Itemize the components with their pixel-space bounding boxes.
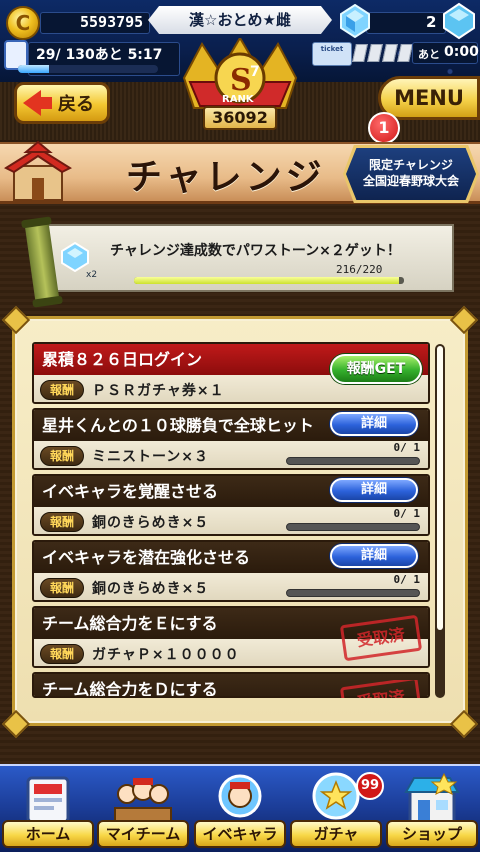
reward-tag: 報酬 [40, 446, 84, 466]
back-arrow-tail [40, 97, 52, 109]
player-name[interactable]: 漢☆おとめ★雌 [148, 6, 332, 34]
reward-tag: 報酬 [40, 578, 84, 598]
nav-event-chara[interactable]: イベキャラ [194, 772, 286, 848]
detail-button[interactable]: 詳細 [330, 478, 418, 502]
reward-text: ミニストーン×３ [92, 449, 210, 465]
progress-text: 0/ 1 [393, 573, 421, 586]
ticket-slot [382, 44, 398, 62]
banner-progress-text: 216/220 [336, 263, 383, 276]
reward-tag: 報酬 [40, 644, 84, 664]
nav-gacha-label: ガチャ [290, 820, 382, 848]
rank-sub: 7 [250, 64, 260, 80]
ticket-gauge [352, 44, 413, 62]
gem-count: 2 [426, 13, 437, 31]
claim-reward-button[interactable]: 報酬GET [330, 354, 422, 384]
reward-text: ガチャＰ×１００００ [92, 647, 240, 663]
event-button-line1: 限定チャレンジ [369, 158, 453, 172]
back-arrow-icon [23, 90, 41, 116]
back-label: 戻る [58, 94, 94, 115]
detail-button[interactable]: 詳細 [330, 544, 418, 568]
ticket-icon: ticket [312, 42, 352, 66]
ticket-ato-label: あと [418, 48, 440, 61]
ticket-slot [352, 44, 368, 62]
coin-icon: C [6, 6, 40, 40]
progress-text: 0/ 1 [393, 441, 421, 454]
reward-tag: 報酬 [40, 512, 84, 532]
ticket-slot [367, 44, 383, 62]
progress-bar [286, 523, 420, 531]
power-stone-icon [340, 4, 370, 38]
list-scrollbar-thumb[interactable] [437, 346, 443, 630]
ticket-slot [397, 44, 413, 62]
page-title: チャレンジ [126, 156, 326, 198]
ticket-time: 0:00 [444, 44, 479, 60]
event-button-line2: 全国迎春野球大会 [362, 174, 459, 188]
nav-my-team-label: マイチーム [97, 820, 189, 848]
nav-shop[interactable]: ショップ [386, 772, 478, 848]
reward-text: 銅のきらめき×５ [92, 515, 210, 531]
nav-event-chara-label: イベキャラ [194, 820, 286, 848]
progress-bar [286, 589, 420, 597]
stamina-text: 29/ 130あと 5:17 [36, 47, 163, 63]
reward-text: 銅のきらめき×５ [92, 581, 210, 597]
menu-button[interactable]: MENU [378, 76, 480, 120]
notification-badge: 1 [368, 112, 400, 144]
nav-home-label: ホーム [2, 820, 94, 848]
money-amount: 5593795 [80, 13, 144, 31]
detail-button[interactable]: 詳細 [330, 412, 418, 436]
banner-progress-bar [134, 277, 404, 284]
limited-challenge-button[interactable]: 限定チャレンジ 全国迎春野球大会 [346, 148, 476, 200]
claimed-stamp: 受取済 [340, 680, 422, 698]
gem-multiplier: x2 [86, 270, 98, 280]
gacha-badge: 99 [356, 772, 384, 800]
challenge-reward-row: 報酬 銅のきらめき×５ 0/ 1 [34, 507, 428, 534]
claimed-stamp-clip: 受取済 [340, 680, 422, 698]
challenge-reward-row: 報酬 ミニストーン×３ 0/ 1 [34, 441, 428, 468]
challenge-reward-row: 報酬 銅のきらめき×５ 0/ 1 [34, 573, 428, 600]
banner-text: チャレンジ達成数でパワストーン×２ゲット！ [110, 243, 401, 259]
nav-home[interactable]: ホーム [2, 772, 94, 848]
banner-progress-fill [134, 277, 400, 284]
back-button[interactable]: 戻る [14, 82, 110, 124]
reward-tag: 報酬 [40, 380, 84, 400]
shrine-icon [4, 140, 72, 201]
nav-shop-label: ショップ [386, 820, 478, 848]
progress-bar [286, 457, 420, 465]
nav-my-team[interactable]: マイチーム [97, 772, 189, 848]
reward-text: ＰＳＲガチャ券×１ [92, 383, 225, 399]
progress-text: 0/ 1 [393, 507, 421, 520]
rank-grade: S [230, 63, 252, 98]
power-stone-icon [61, 242, 89, 272]
stamina-bar-fill [18, 65, 50, 73]
buy-stone-icon[interactable] [442, 2, 476, 40]
rank-score: 36092 [203, 106, 277, 130]
rank-label: RANK [222, 94, 255, 105]
stamina-bar [18, 65, 158, 73]
